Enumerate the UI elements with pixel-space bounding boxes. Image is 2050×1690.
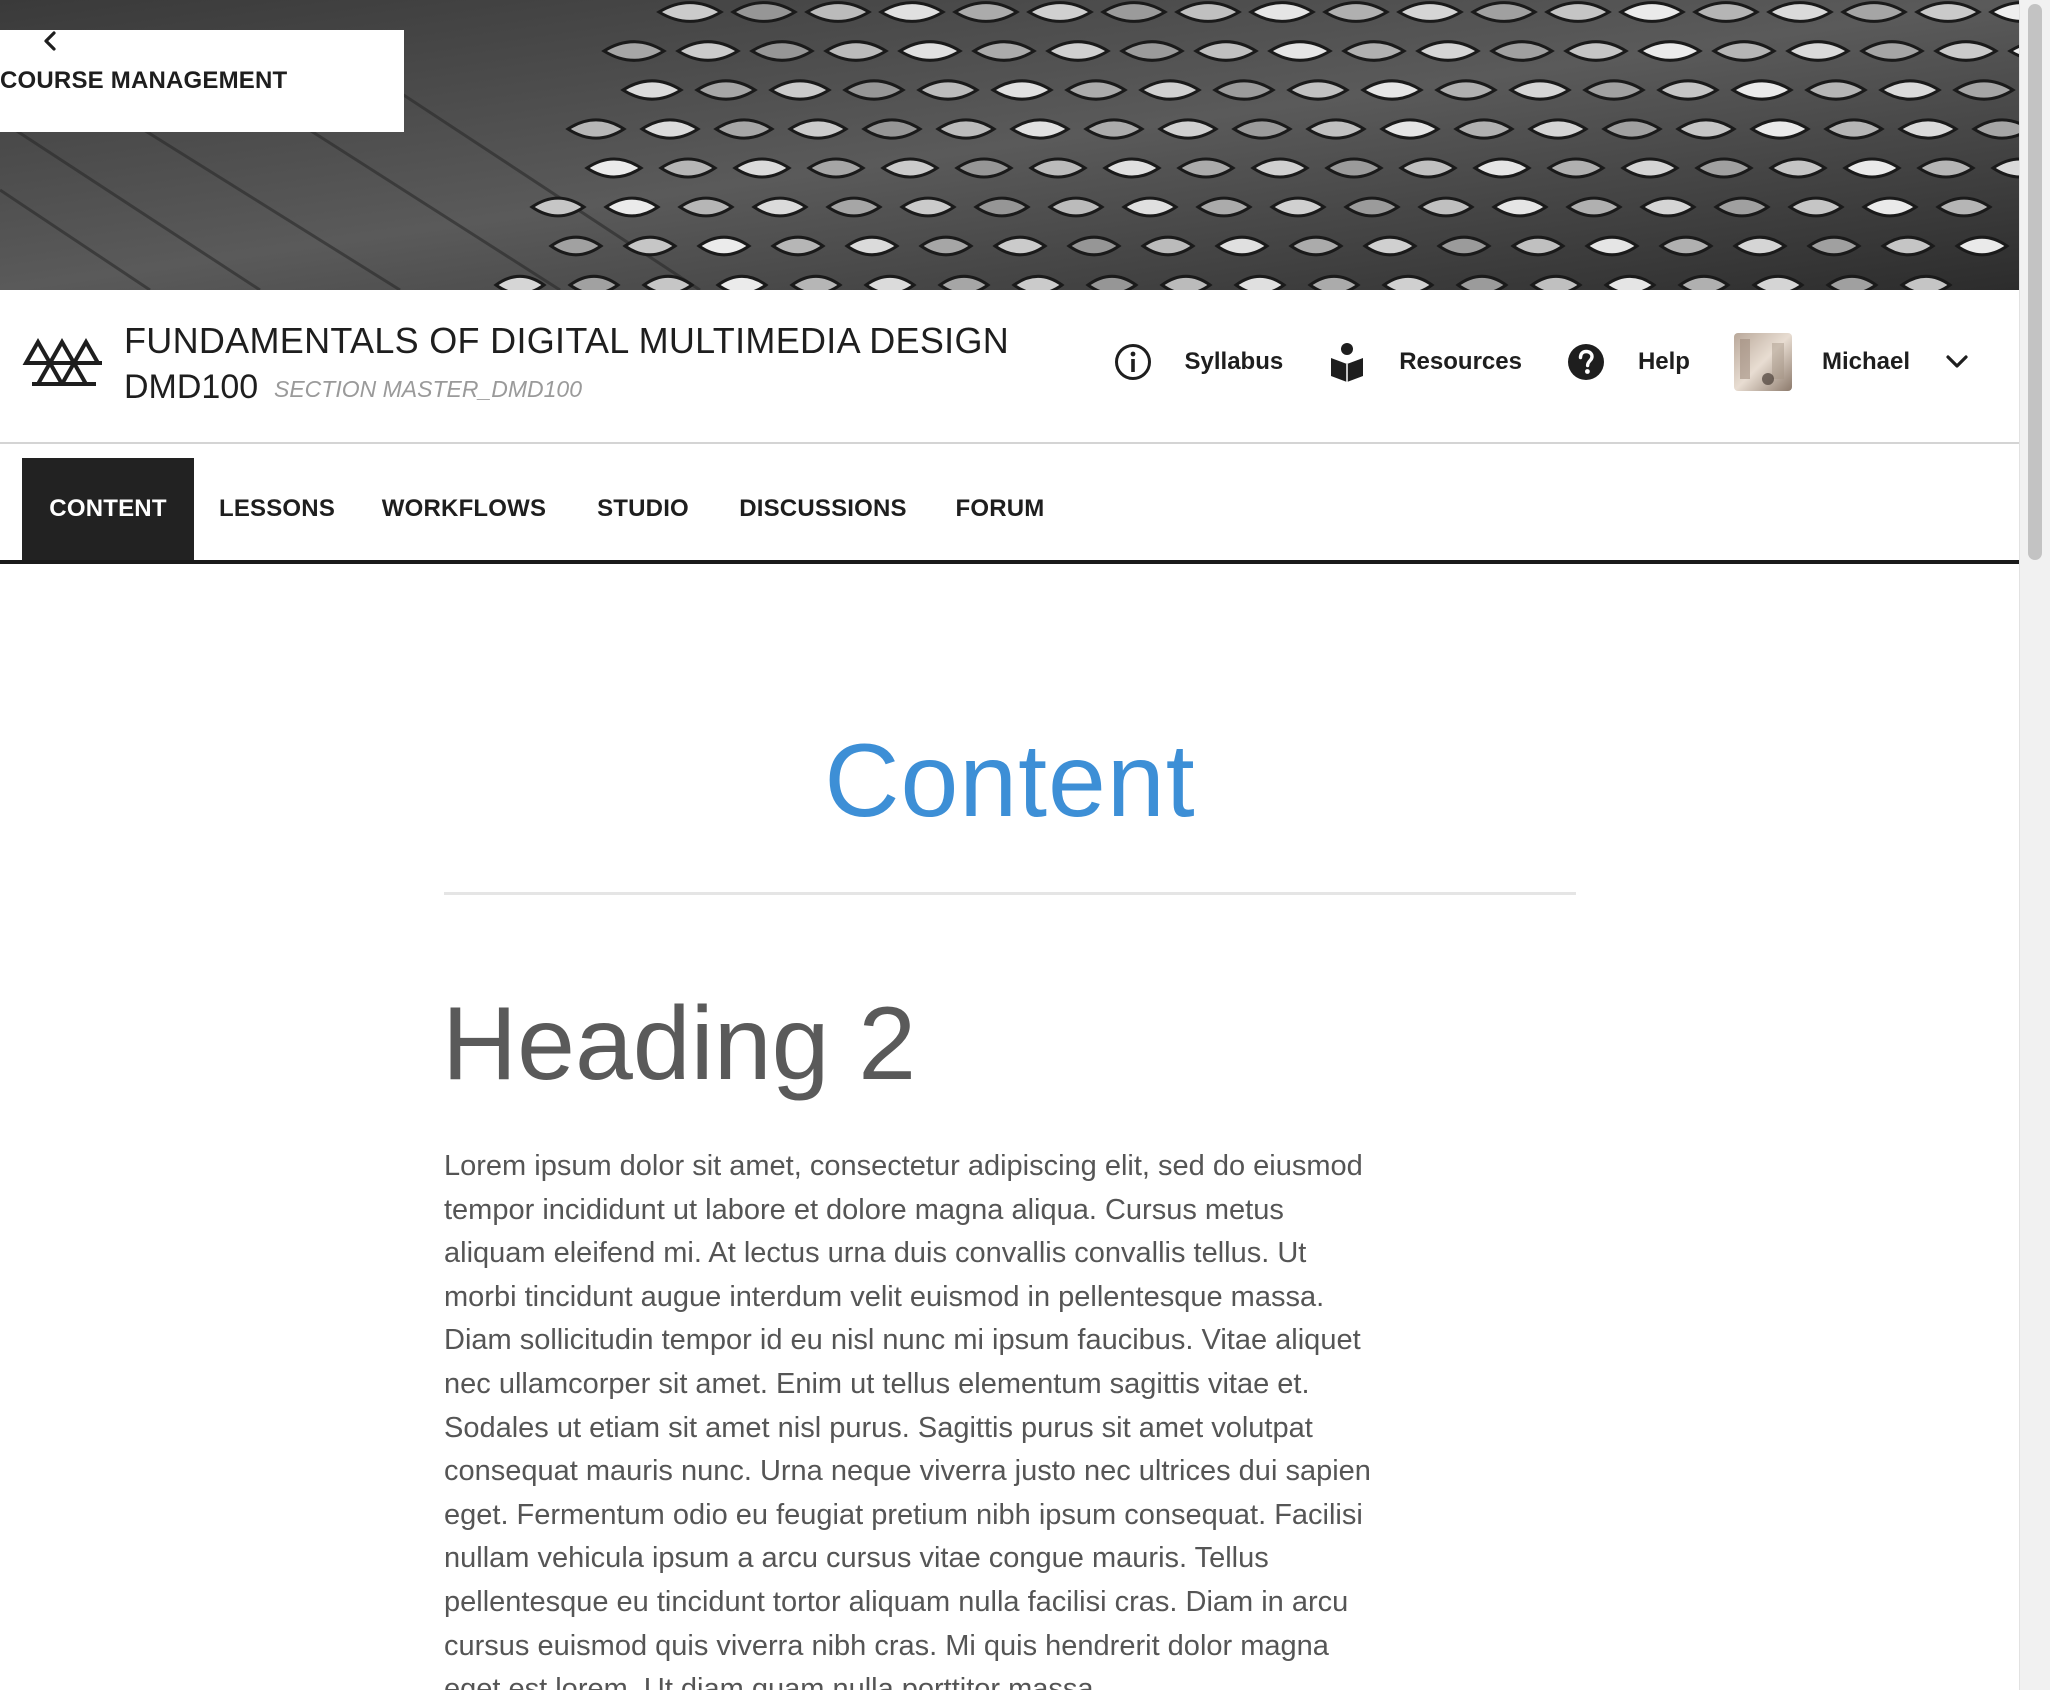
syllabus-label: Syllabus — [1184, 348, 1284, 375]
triangles-logo-icon — [22, 337, 102, 386]
tab-forum[interactable]: FORUM — [928, 458, 1072, 560]
course-title: FUNDAMENTALS OF DIGITAL MULTIMEDIA DESIG… — [124, 320, 1010, 361]
resources-label: Resources — [1399, 348, 1522, 375]
tab-lessons[interactable]: LESSONS — [194, 458, 360, 560]
question-circle-icon — [1566, 342, 1606, 382]
book-reader-icon — [1327, 342, 1367, 382]
course-section: SECTION MASTER_DMD100 — [274, 376, 583, 402]
course-management-back-button[interactable]: COURSE MANAGEMENT — [0, 30, 404, 132]
tab-studio[interactable]: STUDIO — [568, 458, 718, 560]
tab-discussions[interactable]: DISCUSSIONS — [718, 458, 928, 560]
course-tabs: CONTENT LESSONS WORKFLOWS STUDIO DISCUSS… — [0, 458, 2020, 564]
vertical-scrollbar[interactable] — [2019, 0, 2050, 1690]
syllabus-button[interactable]: Syllabus — [1113, 342, 1284, 382]
tab-content[interactable]: CONTENT — [22, 458, 194, 560]
chevron-left-icon — [44, 31, 56, 51]
chevron-down-icon[interactable] — [1944, 349, 1970, 375]
course-management-label: COURSE MANAGEMENT — [0, 67, 288, 94]
header-actions: Syllabus Resources Help Michael — [1113, 326, 2021, 398]
tab-workflows[interactable]: WORKFLOWS — [360, 458, 568, 560]
page-title: Content — [824, 723, 1196, 839]
scrollbar-thumb[interactable] — [2028, 4, 2042, 560]
course-header: FUNDAMENTALS OF DIGITAL MULTIMEDIA DESIG… — [0, 290, 2020, 444]
course-code: DMD100 — [124, 368, 259, 406]
avatar[interactable] — [1733, 333, 1792, 391]
user-name[interactable]: Michael — [1822, 348, 1910, 376]
title-divider — [444, 892, 1576, 895]
resources-button[interactable]: Resources — [1327, 342, 1522, 382]
help-label: Help — [1637, 348, 1690, 375]
course-banner: COURSE MANAGEMENT — [0, 0, 2020, 290]
info-circle-icon — [1113, 342, 1153, 382]
content-heading: Heading 2 — [442, 986, 917, 1102]
help-button[interactable]: Help — [1566, 342, 1690, 382]
content-paragraph: Lorem ipsum dolor sit amet, consectetur … — [444, 1150, 1371, 1690]
page: COURSE MANAGEMENT FUNDAMENTALS OF DIGITA… — [0, 0, 2020, 1690]
